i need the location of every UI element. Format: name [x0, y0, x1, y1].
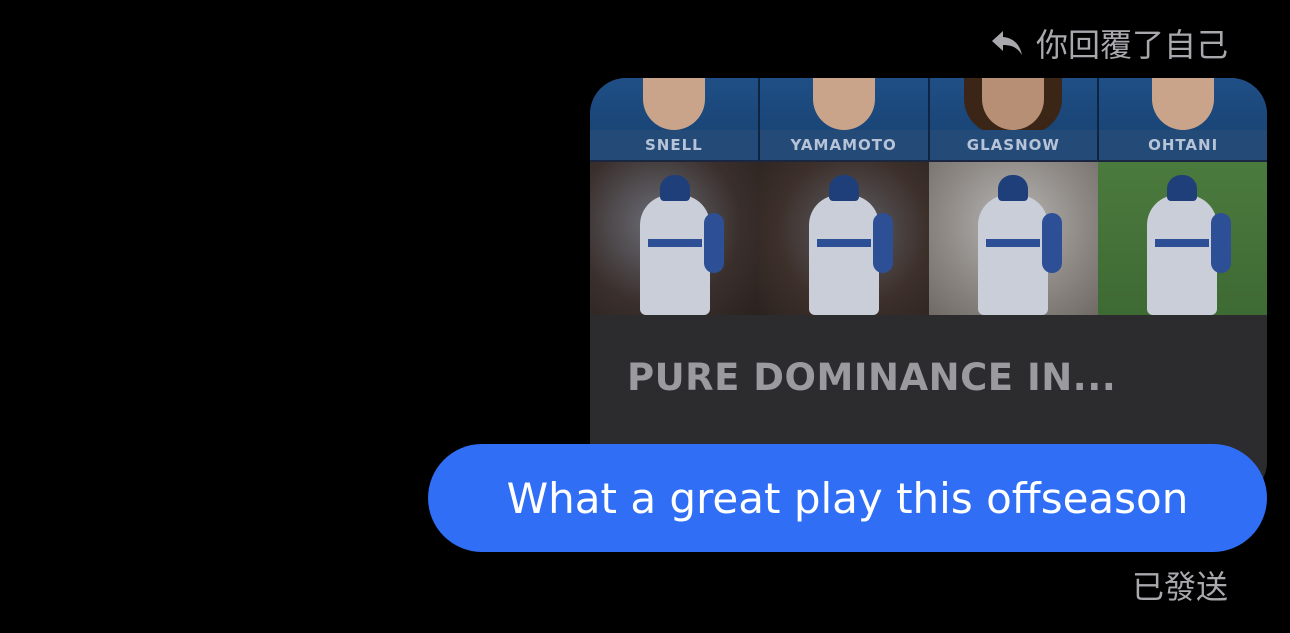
player-photo: [1097, 162, 1267, 315]
delivery-status: 已發送: [1131, 568, 1228, 606]
shared-post-card[interactable]: SNELL YAMAMOTO GLASNOW OHTANI PURE DOMIN…: [590, 78, 1267, 498]
reply-header: 你回覆了自己: [990, 22, 1228, 64]
player-name: YAMAMOTO: [759, 130, 930, 160]
player-photo: [759, 162, 929, 315]
player-name: SNELL: [590, 130, 760, 160]
reply-arrow-icon: [990, 29, 1024, 57]
player-photo: [928, 162, 1098, 315]
reply-label: 你回覆了自己: [1035, 26, 1228, 64]
sent-message-bubble[interactable]: What a great play this offseason: [428, 444, 1267, 552]
player-name: GLASNOW: [929, 130, 1100, 160]
post-caption: PURE DOMINANCE IN...: [627, 356, 1117, 399]
player-name: OHTANI: [1099, 130, 1267, 160]
player-photos-row: [590, 162, 1267, 315]
chat-screen: 你回覆了自己 SNELL YAMAMOTO GLASNOW OHTANI PUR…: [0, 0, 1290, 633]
post-thumbnail: SNELL YAMAMOTO GLASNOW OHTANI: [590, 78, 1267, 315]
player-names-row: SNELL YAMAMOTO GLASNOW OHTANI: [590, 130, 1267, 160]
message-text: What a great play this offseason: [506, 473, 1189, 523]
player-photo: [590, 162, 760, 315]
